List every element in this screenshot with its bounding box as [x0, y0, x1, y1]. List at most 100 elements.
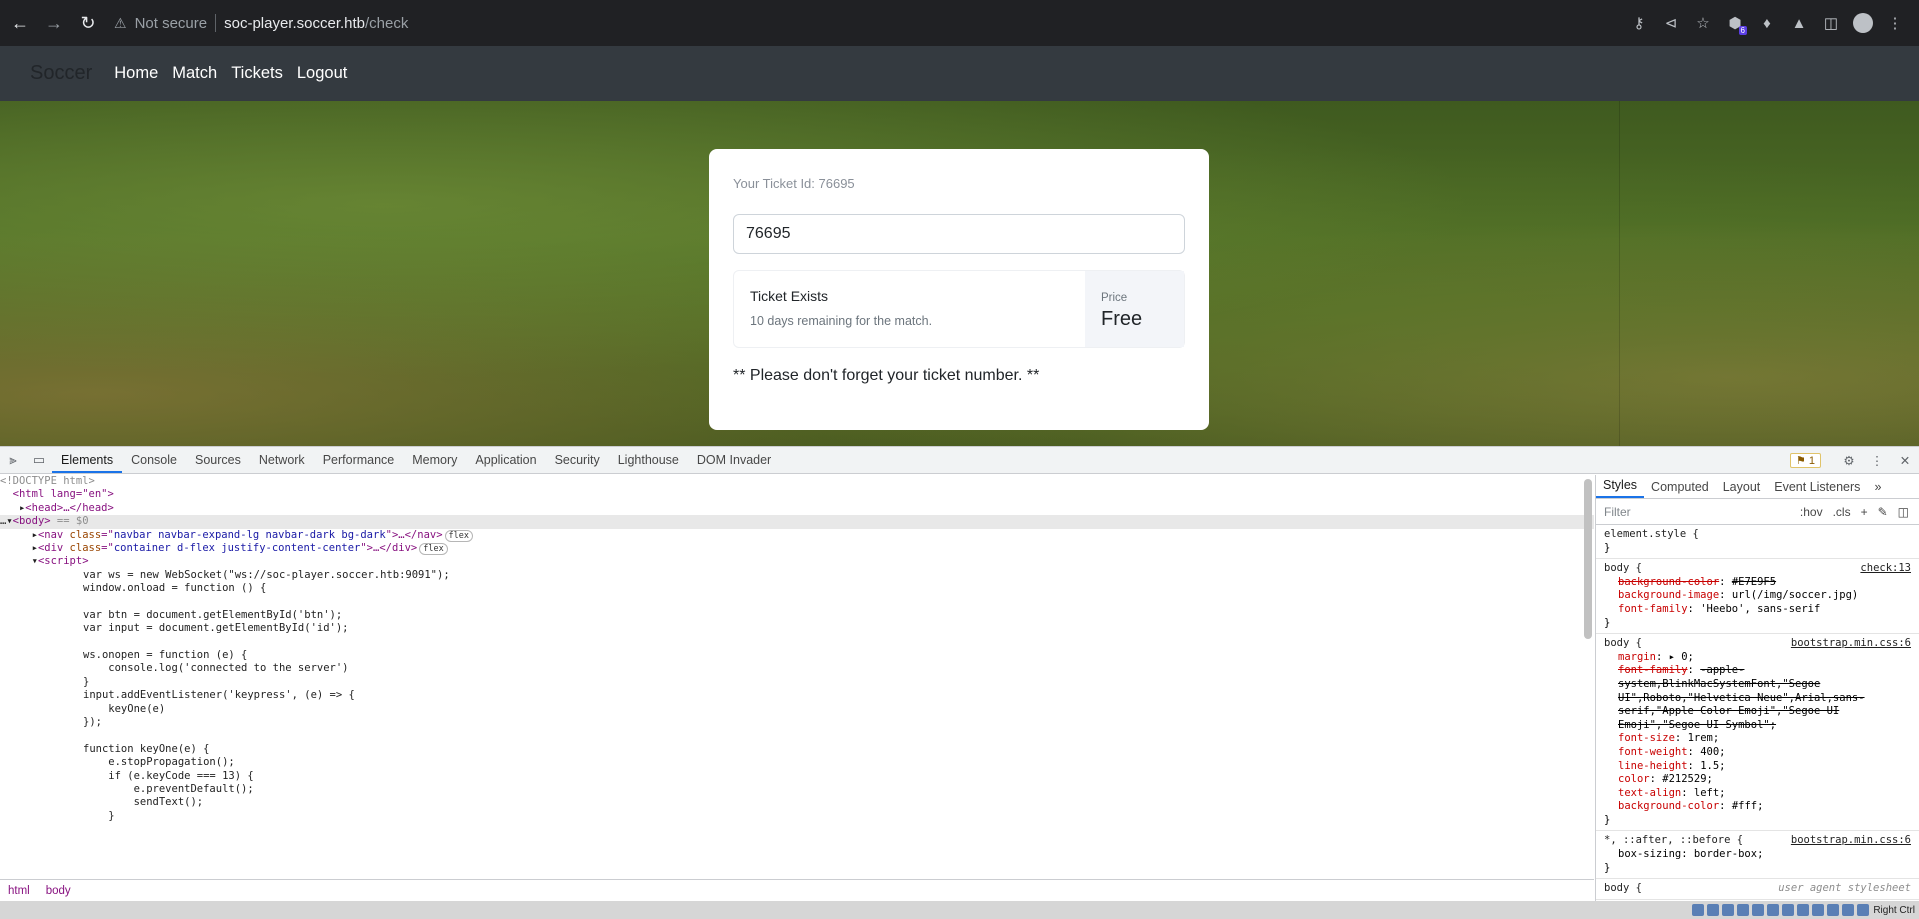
devtools-menu-icon[interactable]: ⋮	[1863, 453, 1891, 468]
tab-styles[interactable]: Styles	[1596, 475, 1645, 498]
tab-network[interactable]: Network	[250, 447, 314, 473]
ticket-id-input[interactable]	[733, 214, 1185, 254]
tab-performance[interactable]: Performance	[314, 447, 404, 473]
tab-dom-invader[interactable]: DOM Invader	[688, 447, 780, 473]
tab-computed[interactable]: Computed	[1644, 480, 1716, 494]
extension-hexagon-icon[interactable]: ⬢ 6	[1719, 9, 1751, 37]
more-tabs-icon[interactable]: »	[1867, 480, 1888, 494]
brand-logo[interactable]: Soccer	[30, 62, 92, 85]
rule-property[interactable]: font-weight: 400;	[1604, 746, 1911, 760]
profile-icon[interactable]	[1847, 9, 1879, 37]
rule-source-link[interactable]: bootstrap.min.css:6	[1791, 834, 1911, 848]
property-name: font-family	[1618, 664, 1688, 677]
puzzle-icon[interactable]: ♦	[1751, 9, 1783, 37]
rule-property[interactable]: box-sizing: border-box;	[1604, 848, 1911, 862]
dom-line[interactable]: ▸<head>…</head>	[0, 502, 1594, 515]
div-class: container d-flex justify-content-center	[113, 541, 361, 554]
hov-toggle[interactable]: :hov	[1800, 505, 1823, 519]
price-box: Price Free	[1085, 271, 1184, 347]
rule-property[interactable]: line-height: 1.5;	[1604, 760, 1911, 774]
flex-badge[interactable]: flex	[419, 542, 448, 555]
dom-line[interactable]: ▸<div class="container d-flex justify-co…	[0, 542, 1594, 555]
styles-tabbar: Styles Computed Layout Event Listeners »	[1596, 475, 1919, 499]
tray-app-icon[interactable]	[1737, 904, 1750, 916]
new-rule-icon[interactable]: +	[1861, 505, 1868, 519]
tray-app-icon[interactable]	[1797, 904, 1810, 916]
tray-app-icon[interactable]	[1752, 904, 1765, 916]
script-line	[0, 636, 1594, 649]
issues-badge[interactable]: ⚑ 1	[1789, 452, 1821, 468]
tray-app-icon[interactable]	[1857, 904, 1870, 916]
rule-property[interactable]: background-color: #E7E9F5	[1604, 576, 1911, 590]
rule-property[interactable]: color: #212529;	[1604, 773, 1911, 787]
dom-line[interactable]: ▾<script>	[0, 555, 1594, 568]
device-toggle-icon[interactable]: ▭	[26, 447, 52, 473]
dom-line-selected[interactable]: …▾<body> == $0	[0, 515, 1594, 529]
dom-scrollbar[interactable]	[1584, 479, 1592, 639]
address-bar[interactable]: ⚠ Not secure soc-player.soccer.htb/check	[114, 6, 1623, 40]
nav-link-home[interactable]: Home	[114, 64, 158, 83]
share-icon[interactable]: ⊲	[1655, 9, 1687, 37]
tray-app-icon[interactable]	[1782, 904, 1795, 916]
property-name: background-color	[1618, 800, 1720, 813]
rule-property[interactable]: font-family: 'Heebo', sans-serif	[1604, 603, 1911, 617]
style-rule-universal: bootstrap.min.css:6 *, ::after, ::before…	[1596, 831, 1919, 880]
tab-application[interactable]: Application	[466, 447, 545, 473]
star-icon[interactable]: ☆	[1687, 9, 1719, 37]
nav-link-tickets[interactable]: Tickets	[231, 64, 283, 83]
inspect-element-icon[interactable]: ⫸	[0, 447, 26, 473]
issues-flag-icon: ⚑	[1795, 454, 1806, 467]
rule-source-link[interactable]: check:13	[1860, 562, 1911, 576]
flex-badge[interactable]: flex	[444, 529, 474, 542]
breadcrumb-body[interactable]: body	[38, 885, 79, 897]
tab-security[interactable]: Security	[546, 447, 609, 473]
dom-line[interactable]: <html lang="en">	[0, 488, 1594, 501]
tray-app-icon[interactable]	[1692, 904, 1705, 916]
rule-property[interactable]: background-color: #fff;	[1604, 800, 1911, 814]
tray-app-icon[interactable]	[1722, 904, 1735, 916]
side-panel-icon[interactable]: ◫	[1815, 9, 1847, 37]
browser-toolbar: ← → ↻ ⚠ Not secure soc-player.soccer.htb…	[0, 0, 1919, 46]
styles-filter-input[interactable]: Filter	[1604, 505, 1800, 519]
tray-app-icon[interactable]	[1707, 904, 1720, 916]
tab-console[interactable]: Console	[122, 447, 186, 473]
tray-app-icon[interactable]	[1827, 904, 1840, 916]
tab-elements[interactable]: Elements	[52, 447, 123, 473]
rule-property[interactable]: margin: ▸ 0;	[1604, 651, 1911, 665]
close-icon[interactable]: ✕	[1891, 453, 1919, 468]
tab-layout[interactable]: Layout	[1716, 480, 1768, 494]
tab-lighthouse[interactable]: Lighthouse	[609, 447, 688, 473]
rule-property[interactable]: text-align: left;	[1604, 787, 1911, 801]
forward-icon[interactable]: →	[40, 9, 68, 37]
rule-property[interactable]: font-family: -apple-system,BlinkMacSyste…	[1604, 664, 1911, 732]
back-icon[interactable]: ←	[6, 9, 34, 37]
issues-count: 1	[1808, 454, 1815, 467]
flask-icon[interactable]: ▲	[1783, 9, 1815, 37]
cls-toggle[interactable]: .cls	[1833, 505, 1851, 519]
rule-source-link[interactable]: bootstrap.min.css:6	[1791, 637, 1911, 651]
tray-app-icon[interactable]	[1767, 904, 1780, 916]
price-label: Price	[1101, 292, 1128, 304]
key-icon[interactable]: ⚷	[1623, 9, 1655, 37]
tray-app-icon[interactable]	[1812, 904, 1825, 916]
tab-memory[interactable]: Memory	[403, 447, 466, 473]
dom-line[interactable]: ▸<nav class="navbar navbar-expand-lg nav…	[0, 529, 1594, 542]
rule-property[interactable]: background-image: url(/img/soccer.jpg)	[1604, 589, 1911, 603]
script-line: if (e.keyCode === 13) {	[83, 769, 254, 782]
reload-icon[interactable]: ↻	[74, 9, 102, 37]
sidebar-toggle-icon[interactable]: ◫	[1898, 505, 1909, 519]
settings-gear-icon[interactable]: ⚙	[1835, 453, 1863, 468]
menu-kebab-icon[interactable]: ⋮	[1879, 9, 1911, 37]
nav-link-match[interactable]: Match	[172, 64, 217, 83]
paint-icon[interactable]: ✎	[1878, 505, 1888, 519]
nav-link-logout[interactable]: Logout	[297, 64, 347, 83]
breadcrumb-html[interactable]: html	[0, 885, 38, 897]
dom-line[interactable]: <!DOCTYPE html>	[0, 475, 1594, 488]
tab-sources[interactable]: Sources	[186, 447, 250, 473]
tab-event-listeners[interactable]: Event Listeners	[1767, 480, 1867, 494]
background-seam	[1619, 101, 1620, 446]
tray-app-icon[interactable]	[1842, 904, 1855, 916]
script-line: keyOne(e)	[83, 702, 166, 715]
url-path: /check	[365, 14, 409, 32]
rule-property[interactable]: font-size: 1rem;	[1604, 732, 1911, 746]
